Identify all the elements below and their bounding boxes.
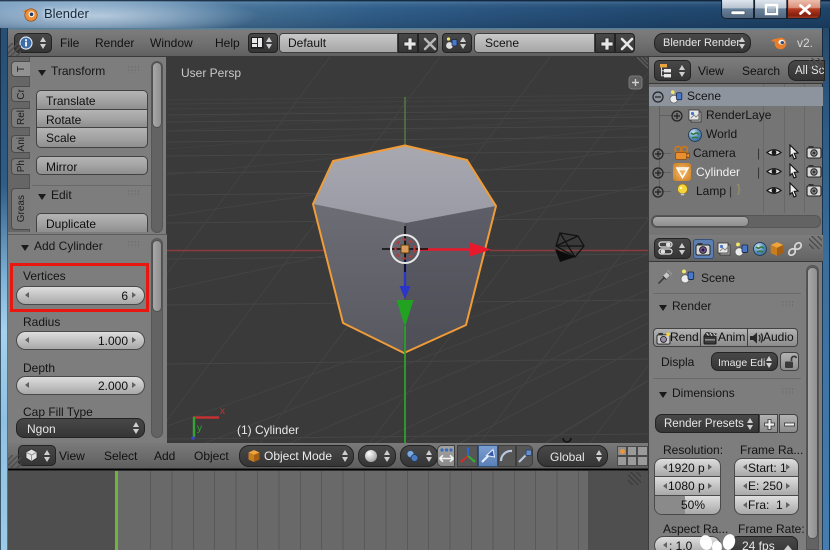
svg-text:x: x xyxy=(220,406,225,417)
svg-text:y: y xyxy=(197,423,202,434)
